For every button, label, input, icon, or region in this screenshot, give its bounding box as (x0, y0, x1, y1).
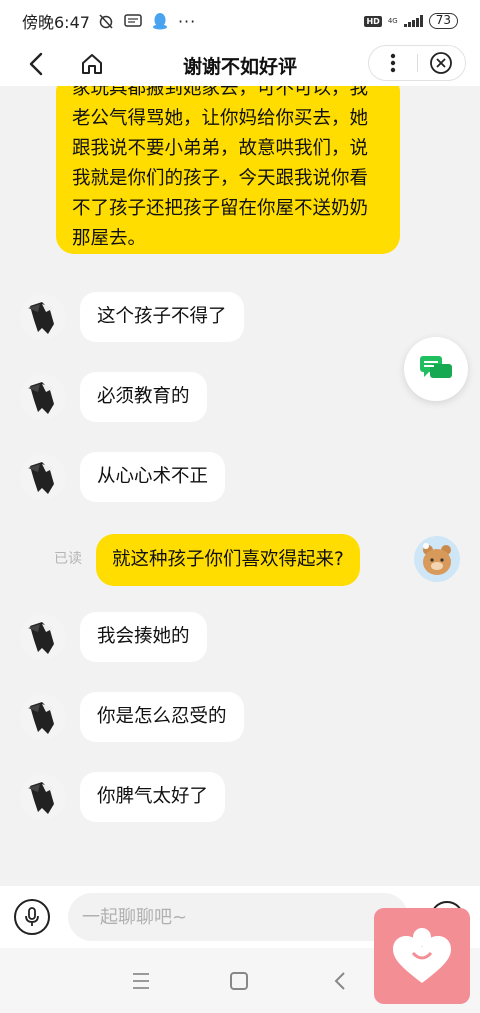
more-vertical-icon (390, 53, 395, 73)
avatar[interactable] (20, 774, 66, 820)
more-button[interactable] (369, 45, 417, 81)
more-notifications-icon: ··· (177, 11, 197, 31)
avatar[interactable] (20, 374, 66, 420)
status-time: 傍晚6:47 (22, 13, 90, 32)
floating-chat-button[interactable] (404, 337, 468, 401)
avatar[interactable] (20, 694, 66, 740)
horse-avatar-icon (28, 622, 54, 654)
message-bubble-received[interactable]: 这个孩子不得了 (80, 292, 244, 342)
horse-avatar-icon (28, 702, 54, 734)
my-avatar[interactable] (414, 536, 460, 582)
nav-back-button[interactable] (330, 970, 350, 992)
back-button[interactable] (18, 46, 54, 82)
voice-button[interactable] (14, 899, 50, 935)
message-icon (124, 14, 142, 27)
chat-area[interactable]: 家玩具都搬到她家去，可不可以，我老公气得骂她，让你妈给你买去，她跟我说不要小弟弟… (0, 86, 480, 886)
status-right: HD 4G 73 (364, 13, 458, 29)
alarm-off-icon (99, 14, 113, 29)
home-icon (82, 54, 102, 74)
close-button[interactable] (417, 45, 465, 81)
bear-avatar-icon (423, 543, 451, 575)
heart-icon (393, 928, 451, 983)
nav-back-icon (334, 972, 345, 990)
chevron-left-icon (29, 52, 43, 76)
close-circle-icon (430, 52, 453, 74)
avatar[interactable] (20, 614, 66, 660)
message-bubble-received[interactable]: 你是怎么忍受的 (80, 692, 244, 742)
message-bubble-received[interactable]: 从心心术不正 (80, 452, 226, 502)
microphone-icon (25, 907, 39, 926)
message-bubble-received[interactable]: 你脾气太好了 (80, 772, 226, 822)
status-icons: ··· (98, 12, 196, 31)
status-bar: 傍晚6:47 ··· HD 4G 73 (0, 0, 480, 42)
horse-avatar-icon (28, 382, 54, 414)
home-button[interactable] (74, 46, 110, 82)
horse-avatar-icon (28, 302, 54, 334)
message-bubble-received[interactable]: 必须教育的 (80, 372, 207, 422)
network-label: 4G (387, 16, 398, 25)
nav-menu-button[interactable] (126, 970, 156, 992)
chat-bubbles-icon (420, 356, 452, 378)
message-input[interactable] (68, 893, 408, 941)
hd-icon: HD (364, 15, 382, 27)
horse-avatar-icon (28, 782, 54, 814)
heart-widget[interactable] (374, 908, 470, 1004)
message-bubble-received[interactable]: 我会揍她的 (80, 612, 207, 662)
battery-indicator: 73 (428, 13, 458, 29)
avatar[interactable] (20, 454, 66, 500)
miniprogram-capsule (368, 45, 466, 81)
read-receipt: 已读 (54, 551, 82, 567)
message-bubble-sent[interactable]: 就这种孩子你们喜欢得起来? (96, 534, 360, 586)
message-bubble-sent[interactable]: 家玩具都搬到她家去，可不可以，我老公气得骂她，让你妈给你买去，她跟我说不要小弟弟… (56, 86, 400, 254)
nav-home-button[interactable] (230, 972, 248, 990)
signal-icon (403, 15, 423, 27)
qq-penguin-icon (152, 13, 167, 30)
avatar[interactable] (20, 294, 66, 340)
chat-header: 谢谢不如好评 (0, 42, 480, 86)
horse-avatar-icon (28, 462, 54, 494)
